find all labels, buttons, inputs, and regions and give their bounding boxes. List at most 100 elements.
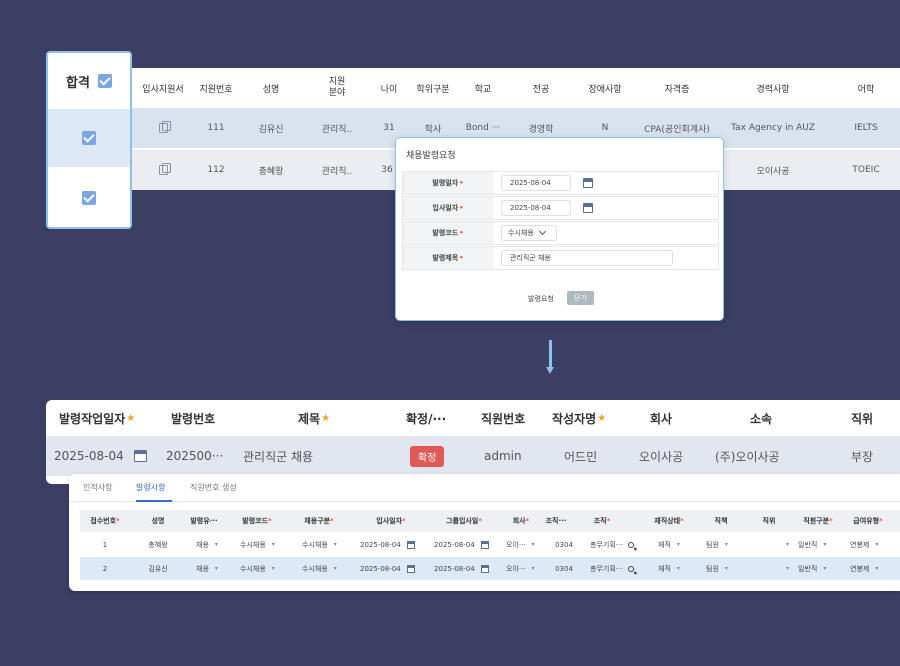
author-name: 어드민 — [564, 436, 597, 476]
calendar-icon[interactable] — [481, 565, 489, 573]
hire-type: 수시채용 — [302, 540, 328, 550]
issue-request-modal: 채용발령요청 발령일자• 2025-08-04 입사일자• 2025-08-04… — [395, 137, 724, 321]
col-issue-type: 발령유··· — [186, 510, 222, 532]
group-join-date: 2025-08-04 — [434, 565, 475, 573]
search-icon[interactable] — [628, 566, 634, 572]
col-rank: 직위 — [754, 510, 784, 532]
col-major: 전공 — [511, 68, 571, 108]
col-name: 성명 — [138, 510, 178, 532]
pass-column: 합격 — [46, 51, 132, 229]
copy-icon[interactable] — [137, 150, 189, 190]
pass-header: 합격 — [48, 53, 130, 109]
tab-create-employee-no[interactable]: 직원번호 생성 — [190, 482, 237, 493]
table-row[interactable]: 2 김유신 채용▾ 수시채용▾ 수시채용▾ 2025-08-04 2025-08… — [80, 557, 900, 580]
col-app-no: 지원번호 — [193, 68, 239, 108]
issue-title-label: 발령제목 — [432, 253, 458, 263]
join-date-input[interactable]: 2025-08-04 — [501, 200, 571, 216]
col-career: 경력사항 — [723, 68, 823, 108]
applicants-header: 입사지원서 지원번호 성명 지원분야 나이 학위구분 학교 전공 장애사항 자격… — [131, 68, 900, 108]
col-application: 입사지원서 — [137, 68, 189, 108]
issue-request-button[interactable]: 발령요청 — [528, 292, 554, 305]
applicant-name: 김유신 — [251, 108, 291, 148]
employee-type: 일반직 — [798, 540, 817, 550]
modal-title: 채용발령요청 — [406, 148, 456, 161]
calendar-icon[interactable] — [481, 541, 489, 549]
org-code: 0304 — [550, 533, 578, 556]
org: 총무기획··· — [590, 564, 622, 574]
pass-cell — [48, 169, 130, 227]
col-org: 조직 — [594, 516, 607, 526]
issue-code-select[interactable]: 수시채용 — [501, 225, 557, 241]
form-row-join-date: 입사일자• 2025-08-04 — [402, 196, 719, 220]
issue-type: 채용 — [196, 540, 209, 550]
duty: 팀원 — [706, 564, 719, 574]
language: IELTS — [841, 108, 891, 148]
work-title: 관리직군 채용 — [243, 436, 313, 476]
calendar-icon[interactable] — [134, 450, 147, 462]
issue-date-input[interactable]: 2025-08-04 — [501, 175, 571, 191]
table-row[interactable]: 2025-08-04 202500··· 관리직군 채용 확정 admin 어드… — [46, 436, 900, 476]
form-row-issue-date: 발령일자• 2025-08-04 — [402, 171, 719, 195]
detail-tabs: 인적사항 발령사항 직원번호 생성 — [69, 474, 900, 502]
col-degree: 학위구분 — [411, 68, 455, 108]
work-date: 2025-08-04 — [54, 449, 124, 463]
col-employee-no: 직원번호 — [481, 400, 525, 436]
col-confirm: 확정/··· — [406, 400, 446, 436]
pass-cell — [48, 109, 130, 167]
col-name: 성명 — [251, 68, 291, 108]
copy-icon[interactable] — [137, 108, 189, 148]
employment-status: 재직 — [658, 540, 671, 550]
close-button[interactable]: 닫기 — [567, 291, 594, 305]
tab-personal[interactable]: 인적사항 — [83, 482, 112, 493]
col-hire-type: 채용구분 — [304, 516, 330, 526]
calendar-icon[interactable] — [407, 565, 415, 573]
department: (주)오이사공 — [715, 436, 780, 476]
issue-detail-panel: 인적사항 발령사항 직원번호 생성 접수번호* 성명 발령유··· 발령코드* … — [69, 474, 900, 591]
col-dept: 소속 — [750, 400, 772, 436]
pass-checkbox[interactable] — [82, 191, 96, 205]
col-license: 자격증 — [635, 68, 719, 108]
work-header: 발령작업일자★ 발령번호 제목★ 확정/··· 직원번호 작성자명★ 회사 소속… — [46, 400, 900, 436]
col-issue-code: 발령코드 — [242, 516, 268, 526]
tab-issue[interactable]: 발령사항 — [136, 482, 165, 493]
col-pay-type: 급여유형 — [853, 516, 879, 526]
col-disability: 장애사항 — [579, 68, 631, 108]
form-row-issue-code: 발령코드• 수시채용 — [402, 221, 719, 245]
status-badge: 확정 — [410, 446, 444, 467]
col-field: 지원분야 — [319, 68, 355, 108]
field: 관리직.. — [311, 108, 363, 148]
calendar-icon[interactable] — [583, 203, 593, 213]
issue-number: 202500··· — [166, 436, 223, 476]
calendar-icon[interactable] — [407, 541, 415, 549]
employee-name: 김유신 — [138, 557, 178, 580]
join-date: 2025-08-04 — [360, 541, 401, 549]
pass-all-checkbox[interactable] — [98, 74, 112, 88]
applicant-name: 충혜왕 — [251, 150, 291, 190]
active-tab-indicator — [136, 500, 172, 502]
pass-checkbox[interactable] — [82, 131, 96, 145]
employee-type: 일반직 — [798, 564, 817, 574]
calendar-icon[interactable] — [583, 178, 593, 188]
col-company: 회사 — [650, 400, 672, 436]
arrow-down-icon — [549, 340, 552, 368]
org-code: 0304 — [550, 557, 578, 580]
col-school: 학교 — [465, 68, 501, 108]
hire-type: 수시채용 — [302, 564, 328, 574]
col-group-join-date: 그룹입사일 — [446, 516, 478, 526]
issue-date-label: 발령일자 — [432, 178, 458, 188]
col-age: 나이 — [373, 68, 405, 108]
employee-no: admin — [484, 436, 522, 476]
col-author: 작성자명 — [552, 410, 596, 427]
col-receipt-no: 접수번호 — [90, 516, 116, 526]
table-row[interactable]: 1 충혜왕 채용▾ 수시채용▾ 수시채용▾ 2025-08-04 2025-08… — [80, 533, 900, 556]
issue-title-input[interactable]: 관리직군 채용 — [501, 250, 673, 266]
company: 오이··· — [506, 540, 526, 550]
search-icon[interactable] — [628, 542, 634, 548]
pass-header-label: 합격 — [66, 72, 90, 91]
col-employee-type: 직원구분 — [803, 516, 829, 526]
col-employment-status: 재직상태 — [654, 516, 680, 526]
issue-code-value: 수시채용 — [508, 228, 534, 238]
org: 총무기획··· — [590, 540, 622, 550]
join-date: 2025-08-04 — [360, 565, 401, 573]
col-issue-no: 발령번호 — [171, 400, 215, 436]
